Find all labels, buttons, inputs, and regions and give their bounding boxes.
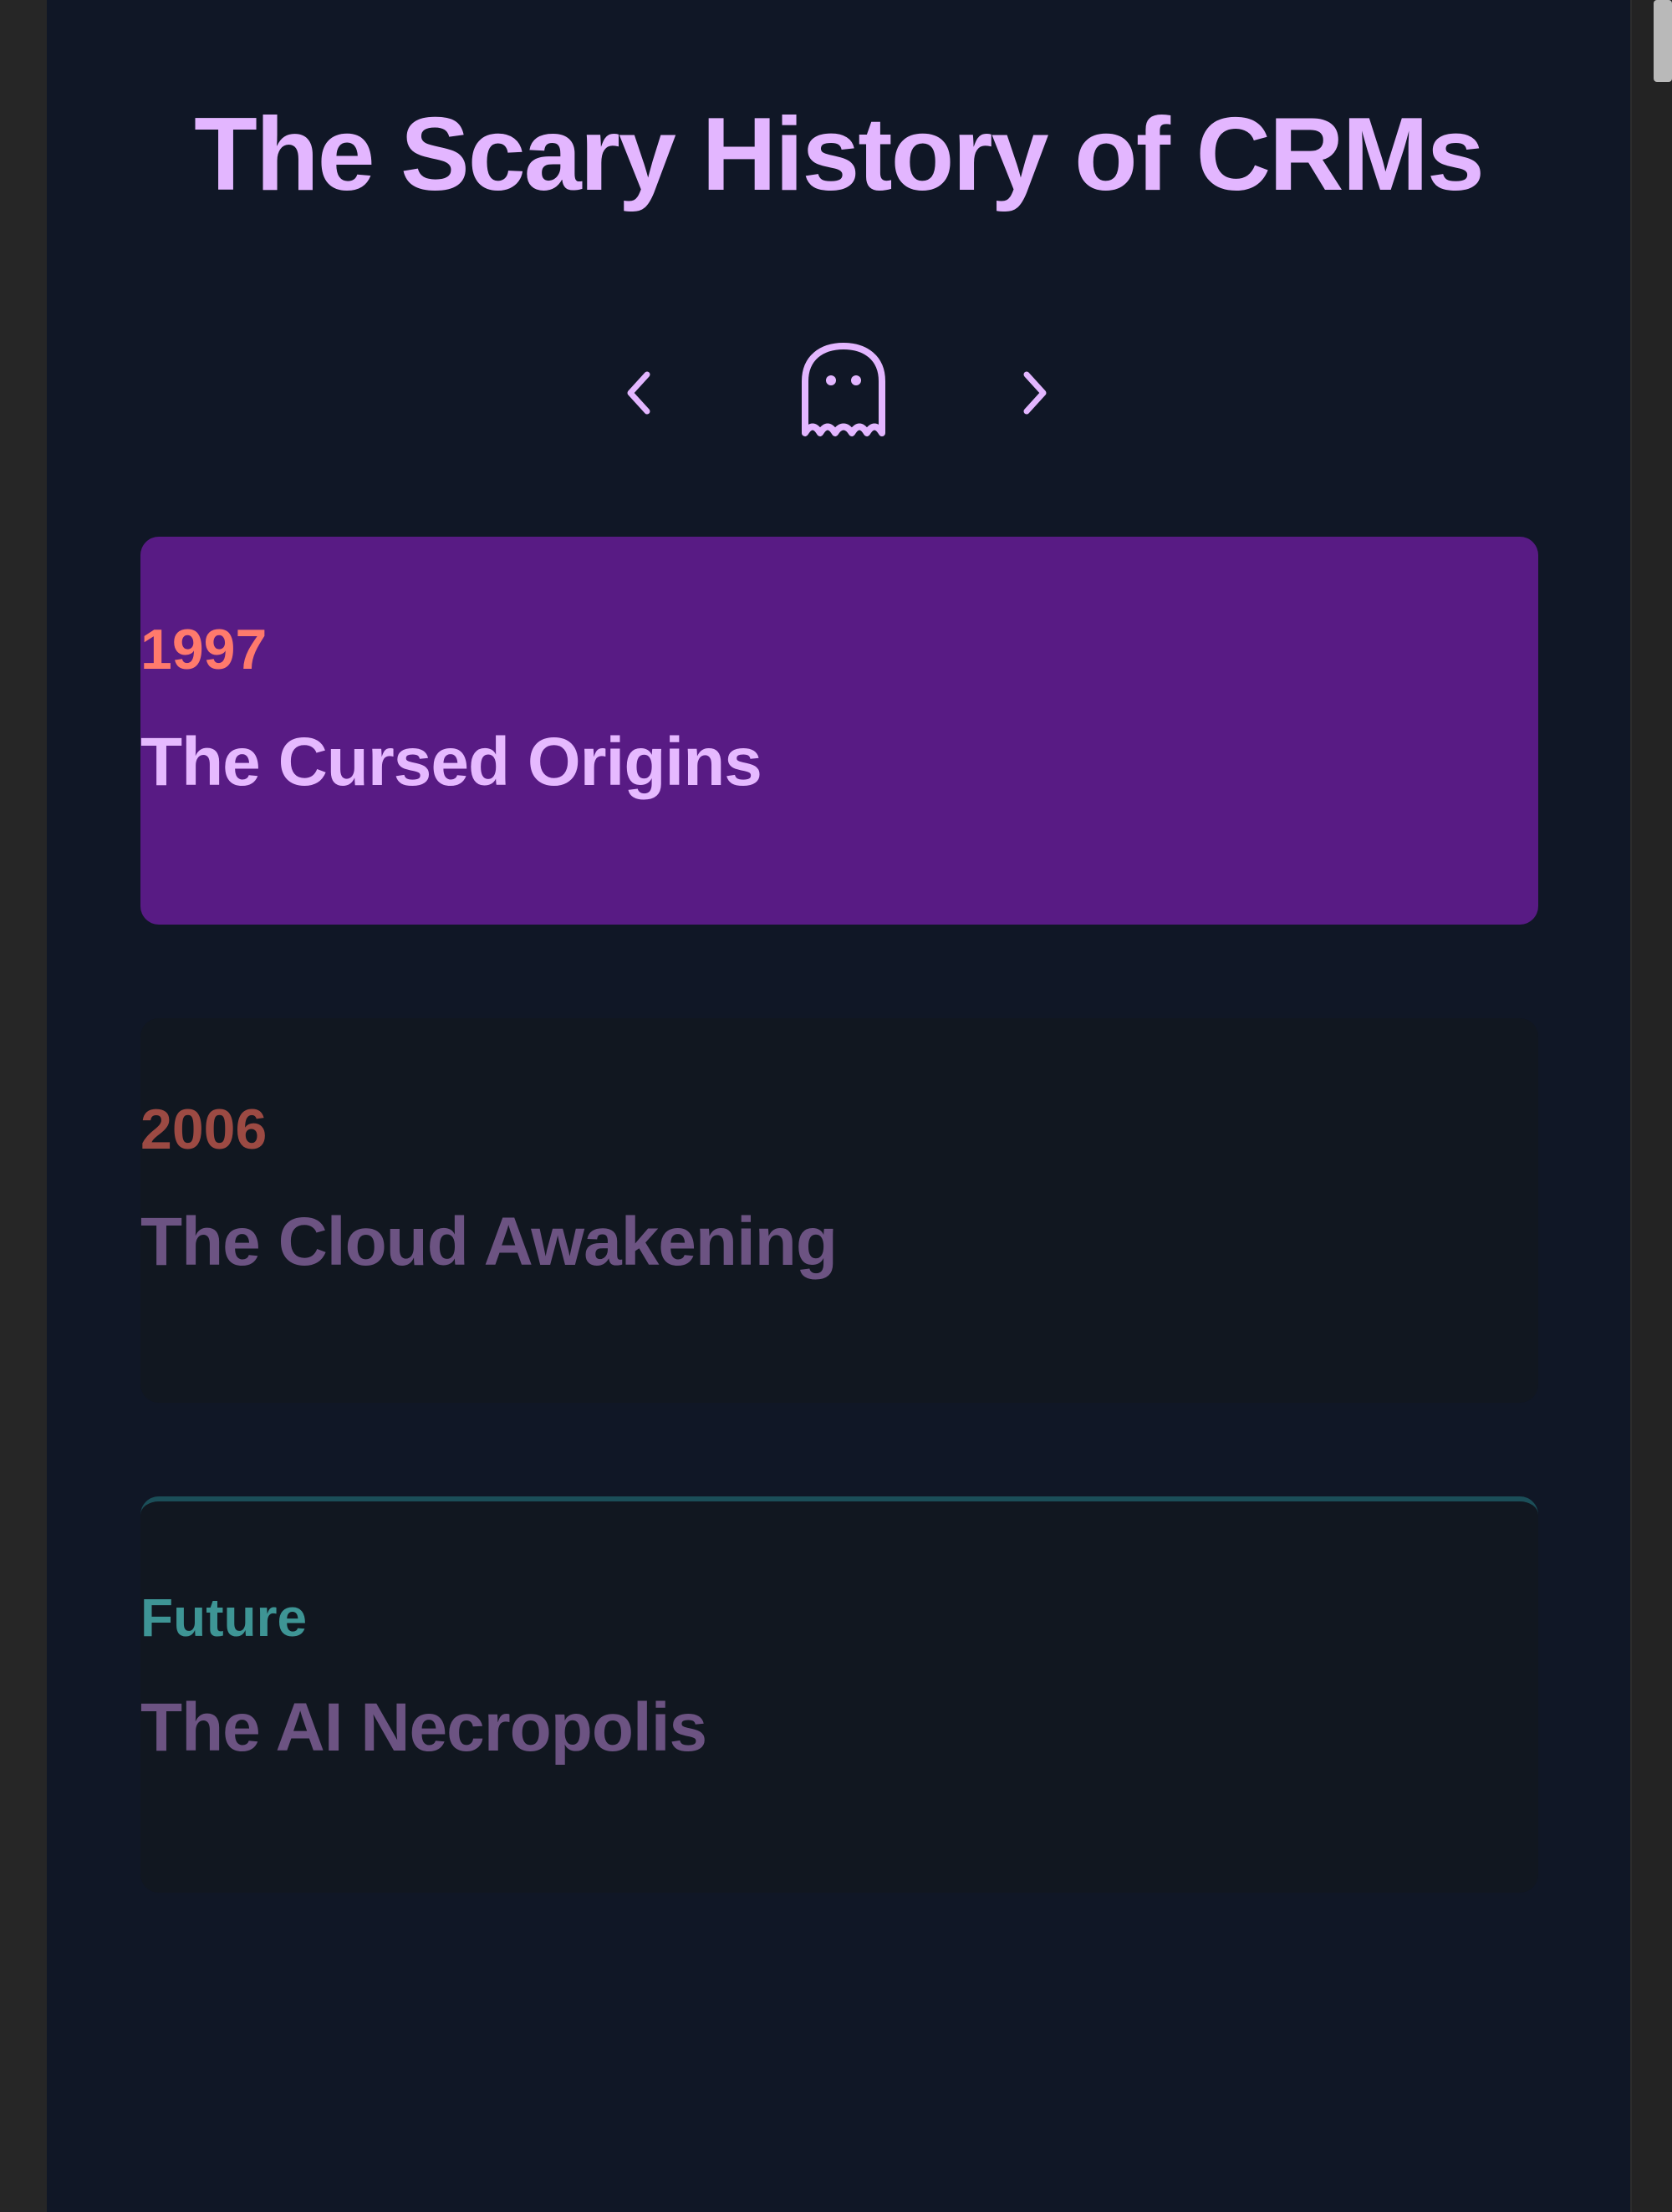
scrollbar-thumb[interactable] bbox=[1654, 0, 1672, 82]
timeline-nav bbox=[47, 334, 1630, 451]
card-title: The Cursed Origins bbox=[140, 724, 762, 800]
card-year: 1997 bbox=[140, 618, 268, 681]
chevron-left-icon bbox=[627, 371, 650, 415]
scrollbar[interactable] bbox=[1632, 0, 1672, 2212]
card-title: The AI Necropolis bbox=[140, 1690, 707, 1766]
card-year: 2006 bbox=[140, 1098, 268, 1161]
next-button[interactable] bbox=[1000, 359, 1067, 426]
page-viewport: The Scary History of CRMs 1997 The Curse… bbox=[47, 0, 1632, 2212]
card-year: Future bbox=[140, 1588, 308, 1648]
page-title: The Scary History of CRMs bbox=[194, 97, 1485, 212]
card-title: The Cloud Awakening bbox=[140, 1204, 838, 1280]
prev-button[interactable] bbox=[607, 359, 674, 426]
chevron-right-icon bbox=[1023, 371, 1047, 415]
ghost-icon bbox=[802, 343, 885, 436]
